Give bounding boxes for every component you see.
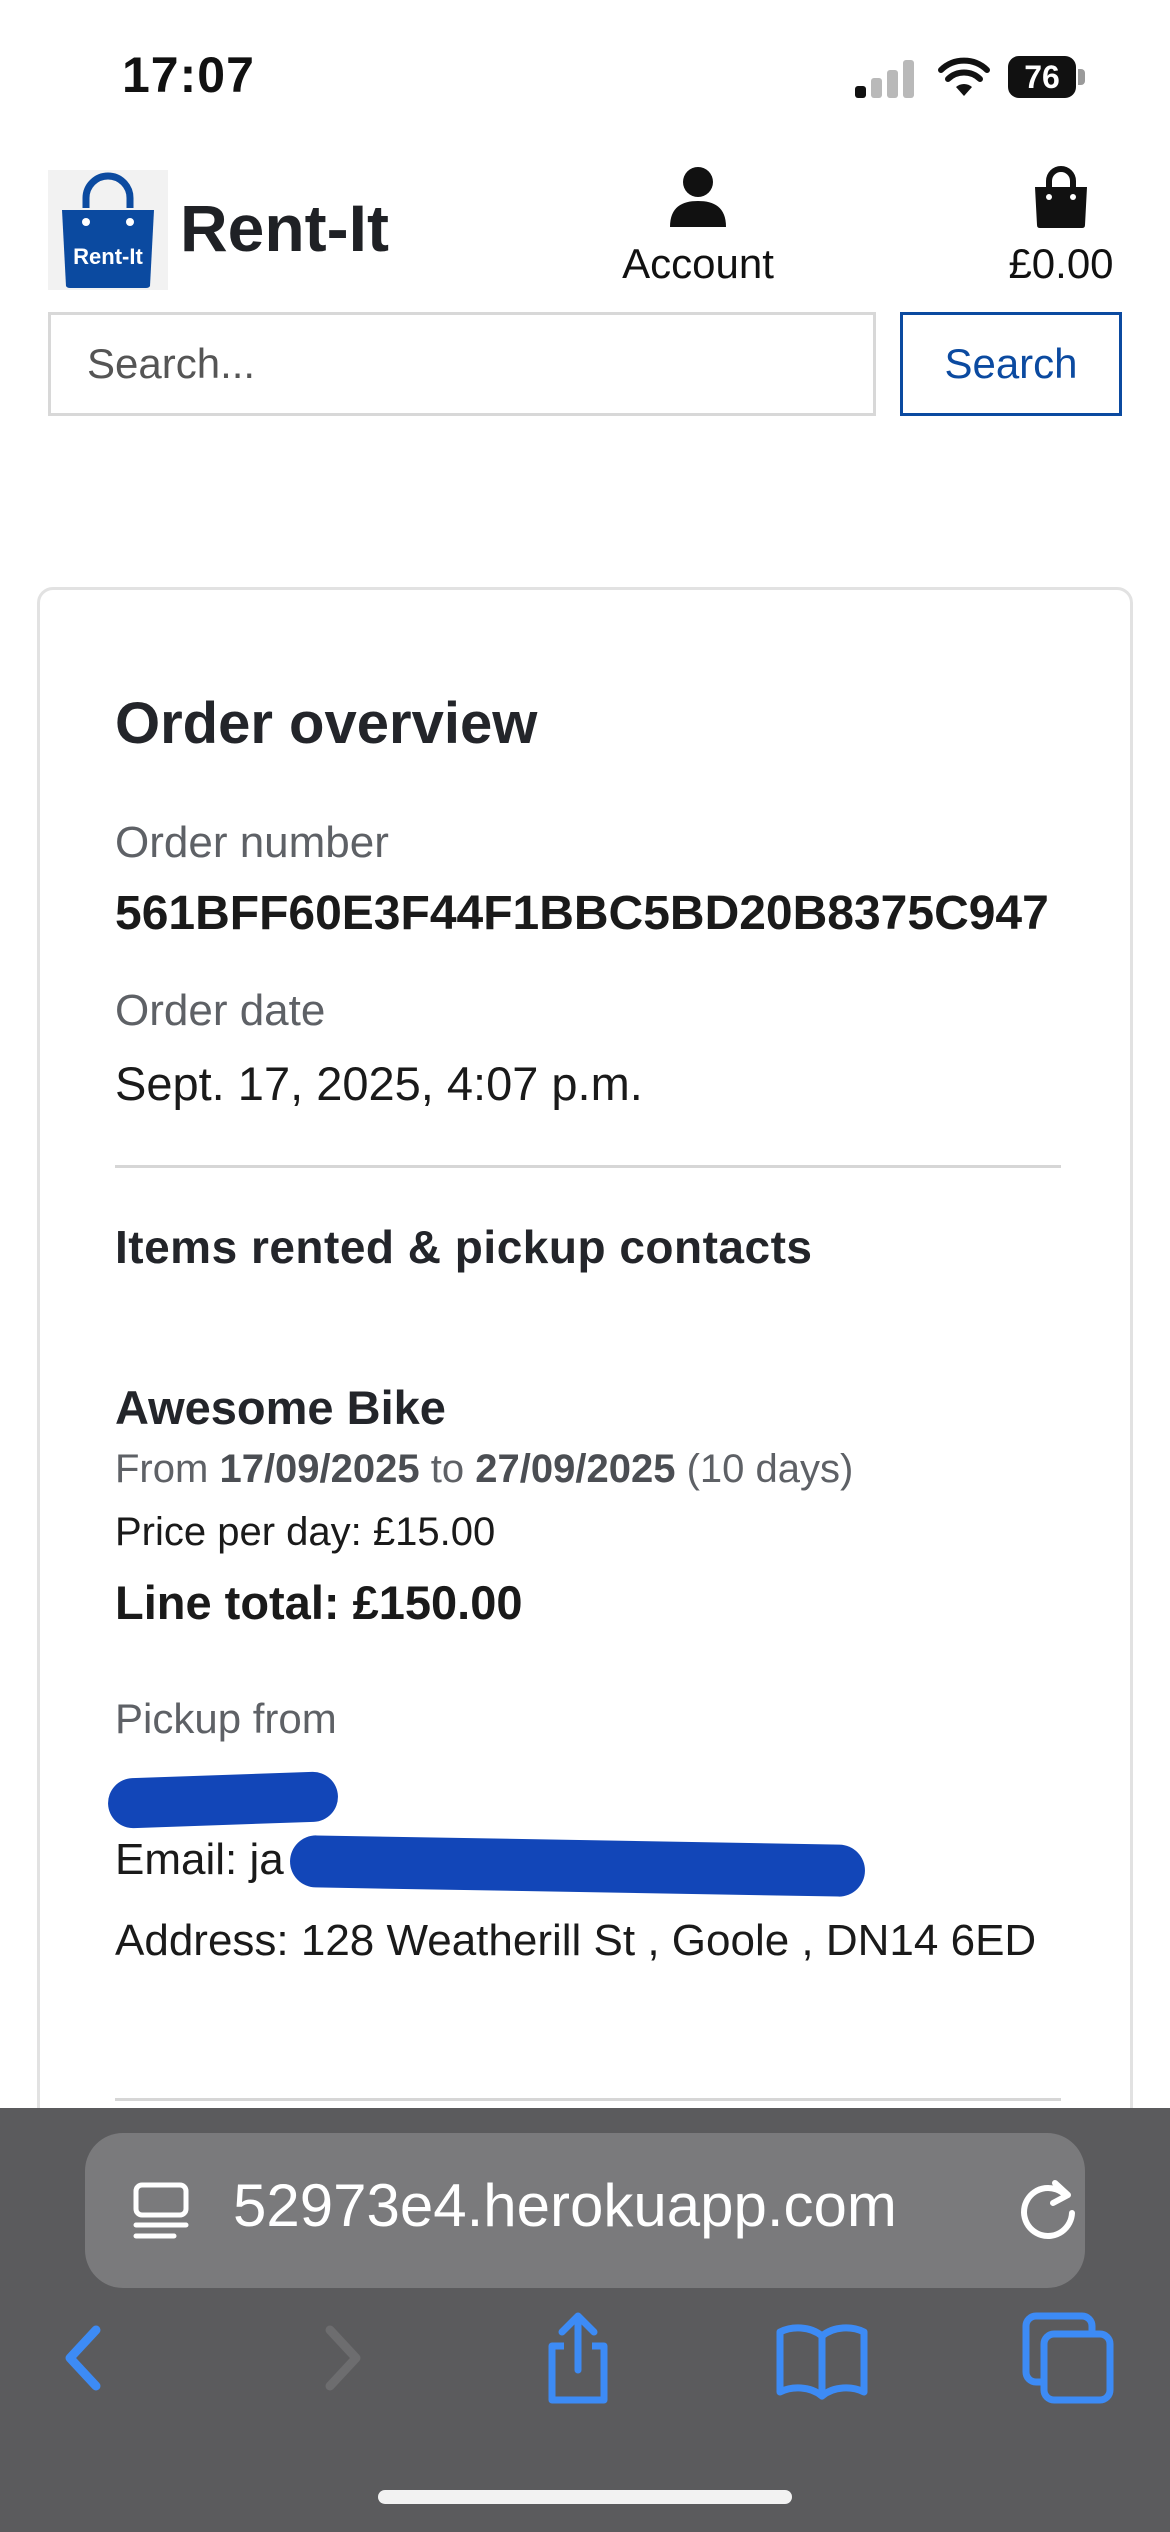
reader-icon[interactable]: [130, 2179, 192, 2241]
rental-end-date: 27/09/2025: [475, 1447, 676, 1491]
wifi-icon: [938, 57, 990, 96]
browser-toolbar: 52973e4.herokuapp.com: [0, 2108, 1170, 2532]
tabs-icon[interactable]: [1018, 2308, 1118, 2408]
reload-icon[interactable]: [1015, 2177, 1081, 2243]
status-time: 17:07: [122, 47, 255, 103]
order-number-label: Order number: [115, 818, 389, 867]
divider: [115, 2098, 1061, 2101]
bag-link[interactable]: £0.00: [996, 165, 1126, 288]
order-date-label: Order date: [115, 986, 326, 1035]
rental-duration: (10 days): [686, 1447, 854, 1491]
share-icon[interactable]: [528, 2308, 628, 2408]
order-date: Sept. 17, 2025, 4:07 p.m.: [115, 1057, 643, 1110]
bag-total: £0.00: [1008, 240, 1114, 287]
account-label: Account: [622, 240, 774, 287]
back-icon[interactable]: [36, 2308, 136, 2408]
divider: [115, 1165, 1061, 1168]
section-title: Items rented & pickup contacts: [115, 1221, 813, 1273]
order-overview-card: Order overview Order number 561BFF60E3F4…: [37, 587, 1133, 2137]
card-title: Order overview: [115, 691, 538, 756]
bag-logo-icon: Rent-It: [48, 170, 168, 290]
forward-icon[interactable]: [290, 2308, 390, 2408]
redaction-scribble: [107, 1771, 339, 1829]
home-indicator: [378, 2490, 792, 2504]
account-icon: [670, 167, 726, 227]
price-per-day: Price per day: £15.00: [115, 1510, 496, 1554]
site-logo[interactable]: Rent-It: [48, 170, 168, 290]
order-number: 561BFF60E3F44F1BBC5BD20B8375C947: [115, 887, 1049, 940]
bag-icon: [1035, 166, 1087, 228]
address-bar[interactable]: 52973e4.herokuapp.com: [85, 2133, 1085, 2288]
rental-start-date: 17/09/2025: [219, 1447, 420, 1491]
brand-name[interactable]: Rent-It: [180, 190, 389, 266]
search-button[interactable]: Search: [900, 312, 1122, 416]
battery-level: 76: [1008, 56, 1076, 98]
pickup-address: Address: 128 Weatherill St , Goole , DN1…: [115, 1916, 1037, 1965]
url-text: 52973e4.herokuapp.com: [233, 2172, 897, 2239]
pickup-email: Email: ja: [115, 1835, 284, 1884]
account-link[interactable]: Account: [612, 165, 784, 288]
search-input[interactable]: [48, 312, 876, 416]
bookmarks-icon[interactable]: [772, 2308, 872, 2408]
redaction-scribble: [289, 1834, 866, 1898]
status-bar: 17:07 76: [0, 0, 1170, 150]
item-name: Awesome Bike: [115, 1381, 446, 1434]
svg-text:Rent-It: Rent-It: [73, 244, 143, 269]
signal-icon: [855, 58, 915, 98]
line-total: Line total: £150.00: [115, 1576, 523, 1629]
pickup-label: Pickup from: [115, 1695, 337, 1742]
item-dates: From 17/09/2025 to 27/09/2025 (10 days): [115, 1447, 854, 1491]
battery-icon: 76: [1008, 56, 1086, 98]
